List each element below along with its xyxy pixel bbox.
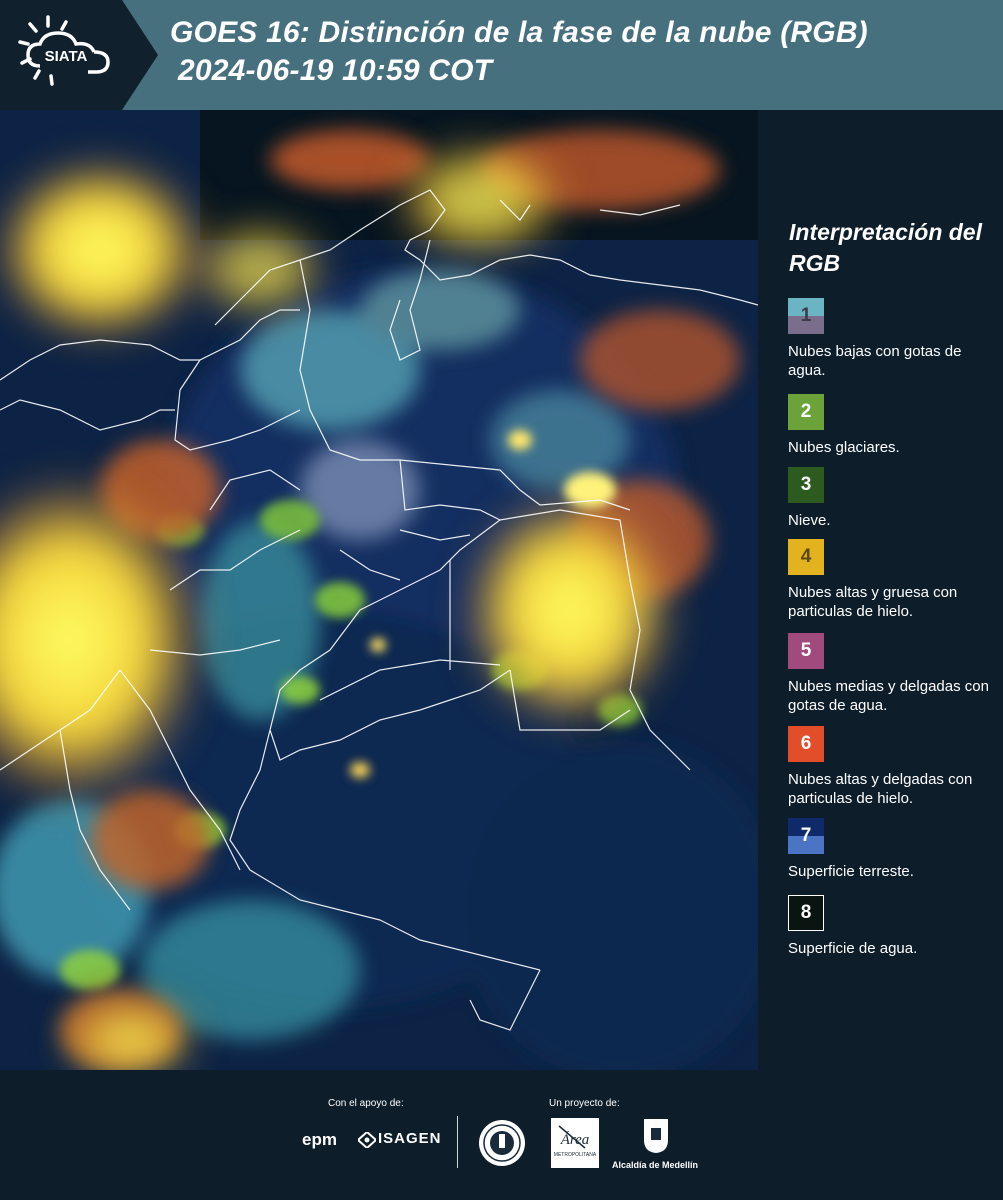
satellite-rgb-image	[0, 110, 758, 1070]
title-line-2: 2024-06-19 10:59 COT	[178, 54, 493, 87]
legend-text-2: Nubes glaciares.	[788, 439, 900, 456]
legend-item-2: 2 Nubes glaciares.	[788, 394, 998, 457]
legend-text-4: Nubes altas y gruesa con particulas de h…	[788, 584, 958, 620]
legend-text-5: Nubes medias y delgadas con gotas de agu…	[788, 678, 989, 714]
alcaldia-medellin-label: Alcaldía de Medellín	[612, 1160, 699, 1170]
legend-text-7: Superficie terreste.	[788, 863, 914, 880]
legend-title: Interpretación del RGB	[789, 219, 982, 276]
siata-logo-text: SIATA	[45, 48, 88, 65]
footer: Con el apoyo de: Un proyecto de: epm ISA…	[0, 1070, 1003, 1200]
isagen-logo: ISAGEN	[378, 1130, 442, 1147]
siata-logo: SIATA	[0, 0, 160, 110]
area-metropolitana-logo: Área METROPOLITANA	[551, 1118, 599, 1168]
isagen-logo-icon	[356, 1130, 378, 1153]
page-title: GOES 16: Distinción de la fase de la nub…	[170, 14, 868, 90]
epm-logo: epm	[302, 1130, 337, 1149]
legend-swatch-6: 6	[788, 726, 824, 762]
legend-text-1: Nubes bajas con gotas de agua.	[788, 343, 962, 379]
legend-swatch-2: 2	[788, 394, 824, 430]
legend-item-7: 7 Superficie terreste.	[788, 818, 998, 881]
legend-item-5: 5 Nubes medias y delgadas con gotas de a…	[788, 633, 998, 715]
legend-item-8: 8 Superficie de agua.	[788, 895, 998, 958]
footer-divider	[457, 1116, 458, 1168]
legend-text-3: Nieve.	[788, 512, 831, 529]
legend-swatch-5: 5	[788, 633, 824, 669]
support-label: Con el apoyo de:	[328, 1098, 404, 1109]
project-label: Un proyecto de:	[549, 1098, 620, 1109]
title-line-1: GOES 16: Distinción de la fase de la nub…	[170, 16, 868, 49]
legend-item-4: 4 Nubes altas y gruesa con particulas de…	[788, 539, 998, 621]
area-metropolitana-text: METROPOLITANA	[554, 1152, 597, 1158]
legend-swatch-1: 1	[788, 298, 824, 334]
legend-text-6: Nubes altas y delgadas con particulas de…	[788, 771, 973, 807]
legend-swatch-4: 4	[788, 539, 824, 575]
legend-item-6: 6 Nubes altas y delgadas con particulas …	[788, 726, 998, 808]
header-banner: SIATA GOES 16: Distinción de la fase de …	[0, 0, 1003, 110]
legend-panel: Interpretación del RGB 1 Nubes bajas con…	[758, 110, 1003, 1070]
legend-item-1: 1 Nubes bajas con gotas de agua.	[788, 298, 998, 380]
satellite-map	[0, 110, 758, 1070]
medellin-shield-icon	[643, 1118, 669, 1159]
legend-text-8: Superficie de agua.	[788, 940, 918, 957]
legend-swatch-8: 8	[788, 895, 824, 931]
legend-swatch-3: 3	[788, 467, 824, 503]
legend-swatch-7: 7	[788, 818, 824, 854]
legend-item-3: 3 Nieve.	[788, 467, 998, 530]
university-seal-icon	[477, 1118, 527, 1173]
